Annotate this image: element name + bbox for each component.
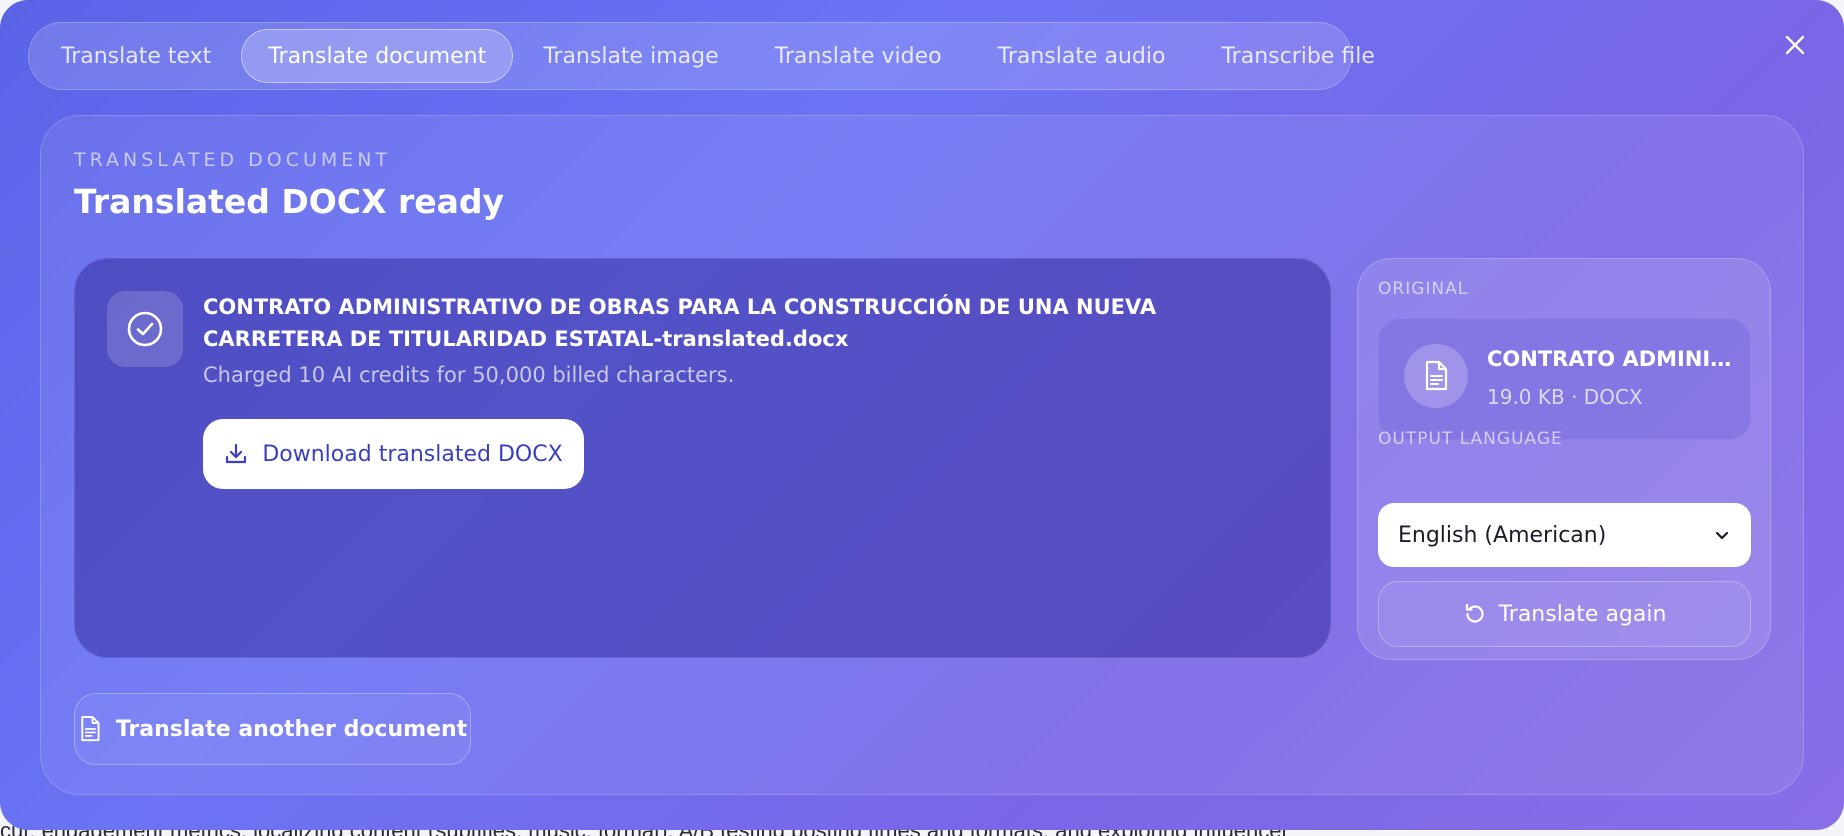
tab-translate-image[interactable]: Translate image bbox=[517, 29, 744, 83]
translate-again-button[interactable]: Translate again bbox=[1378, 581, 1751, 647]
translated-file-card: CONTRATO ADMINISTRATIVO DE OBRAS PARA LA… bbox=[74, 258, 1331, 658]
tab-translate-video[interactable]: Translate video bbox=[749, 29, 968, 83]
close-button[interactable] bbox=[1778, 28, 1812, 62]
section-eyebrow: TRANSLATED DOCUMENT bbox=[74, 149, 392, 171]
translate-another-label: Translate another document bbox=[115, 716, 468, 742]
mode-tabs: Translate text Translate document Transl… bbox=[28, 22, 1375, 90]
download-translated-button[interactable]: Download translated DOCX bbox=[203, 419, 584, 489]
chevron-down-icon bbox=[1715, 531, 1729, 540]
page-title: Translated DOCX ready bbox=[74, 182, 505, 221]
credits-charged-text: Charged 10 AI credits for 50,000 billed … bbox=[203, 363, 735, 387]
refresh-icon bbox=[1465, 603, 1484, 623]
original-file-name: CONTRATO ADMINIS... bbox=[1487, 347, 1732, 371]
success-badge bbox=[107, 291, 183, 367]
download-button-label: Download translated DOCX bbox=[262, 441, 563, 467]
output-language-value: English (American) bbox=[1398, 522, 1607, 548]
close-icon bbox=[1785, 35, 1805, 55]
original-settings-card: ORIGINAL CONTRATO ADMINIS... 19.0 KB · D… bbox=[1357, 258, 1771, 660]
download-icon bbox=[226, 443, 247, 464]
tab-translate-audio[interactable]: Translate audio bbox=[972, 29, 1192, 83]
tab-translate-document[interactable]: Translate document bbox=[241, 29, 514, 83]
translate-again-label: Translate again bbox=[1498, 601, 1667, 627]
translate-modal: Translate text Translate document Transl… bbox=[0, 0, 1844, 830]
document-icon bbox=[81, 716, 100, 742]
translated-file-name: CONTRATO ADMINISTRATIVO DE OBRAS PARA LA… bbox=[203, 295, 1157, 351]
result-panel: TRANSLATED DOCUMENT Translated DOCX read… bbox=[40, 115, 1804, 795]
output-language-select[interactable]: English (American) bbox=[1378, 503, 1751, 567]
original-file-icon-wrap bbox=[1404, 344, 1468, 408]
original-label: ORIGINAL bbox=[1378, 279, 1469, 299]
original-file-meta: 19.0 KB · DOCX bbox=[1487, 385, 1643, 409]
output-language-label: OUTPUT LANGUAGE bbox=[1378, 429, 1563, 449]
tab-transcribe-file[interactable]: Transcribe file bbox=[1195, 29, 1400, 83]
check-circle-icon bbox=[127, 311, 163, 347]
original-file-tile: CONTRATO ADMINIS... 19.0 KB · DOCX bbox=[1378, 318, 1751, 440]
document-icon bbox=[1425, 360, 1448, 391]
translate-another-document-button[interactable]: Translate another document bbox=[74, 693, 471, 765]
tab-translate-text[interactable]: Translate text bbox=[35, 29, 237, 83]
